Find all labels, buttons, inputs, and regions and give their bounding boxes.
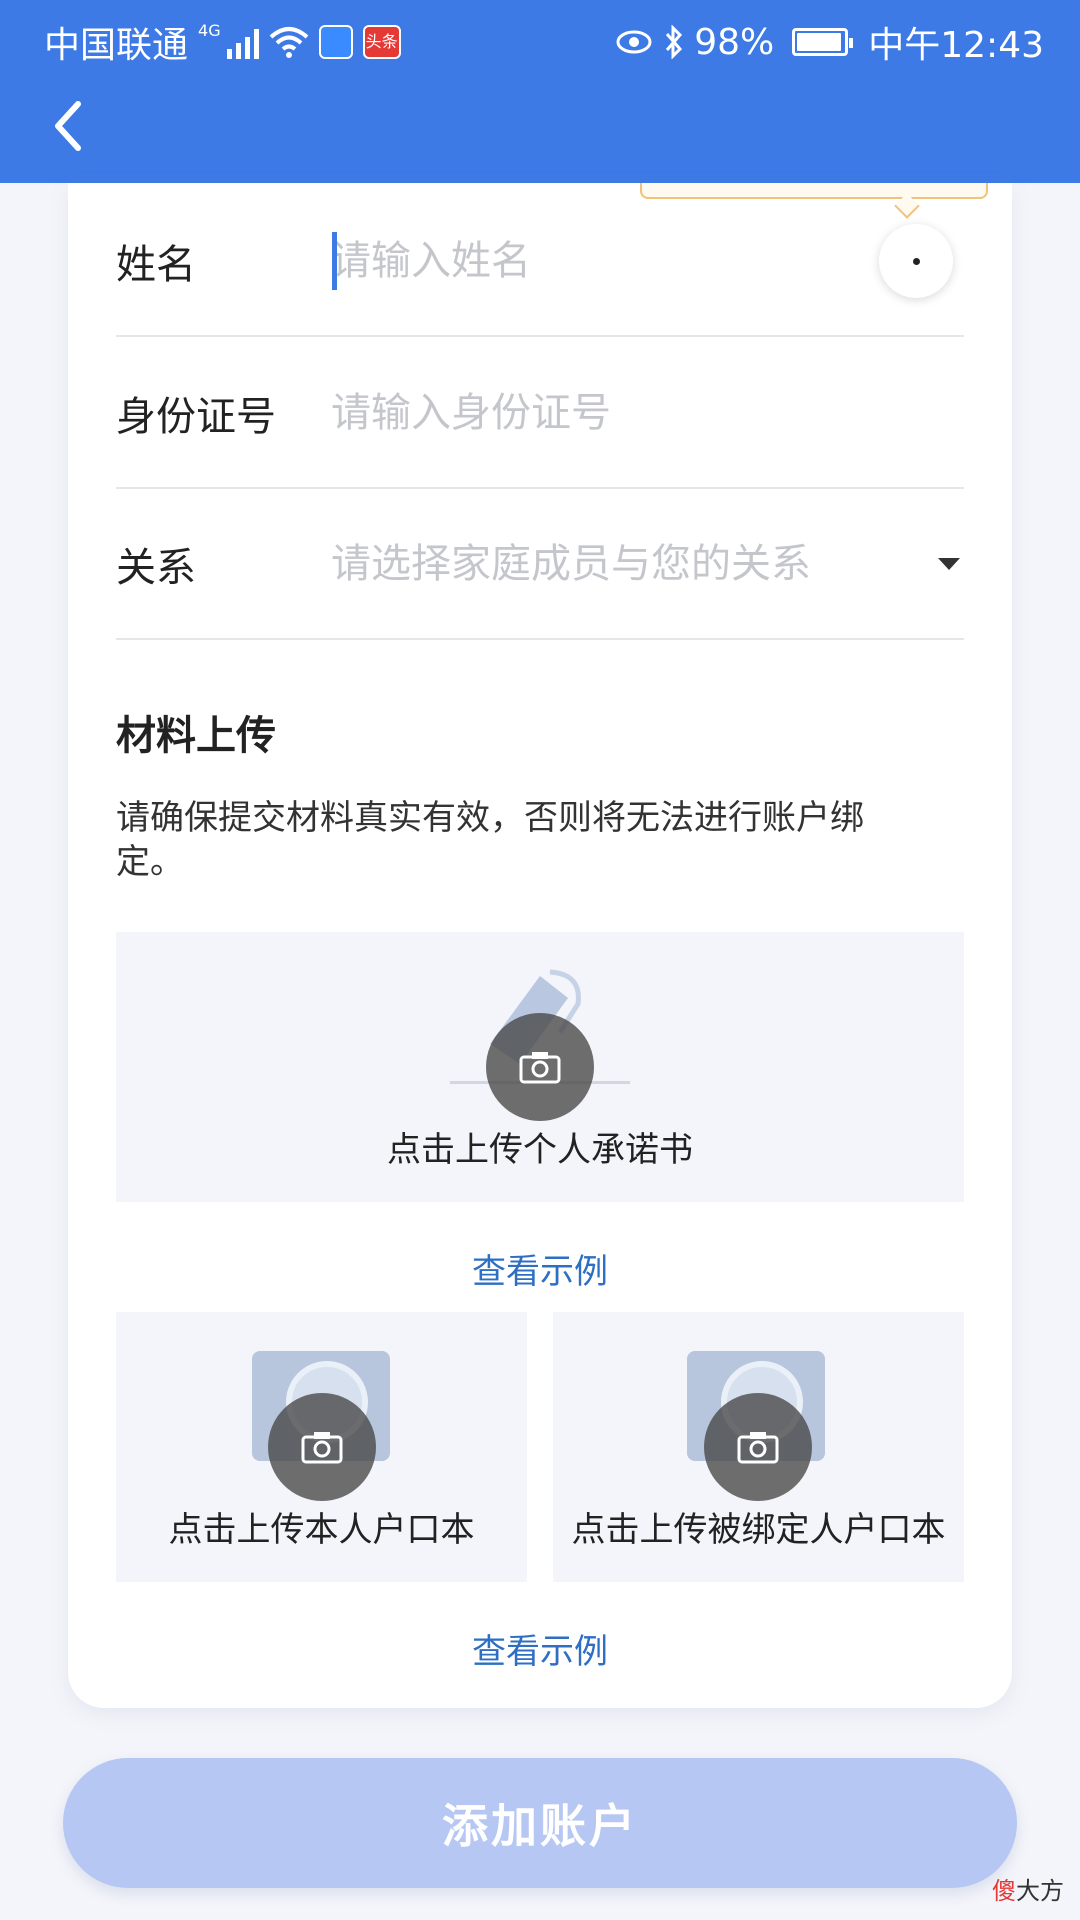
bluetooth-icon xyxy=(666,25,683,59)
status-bar: 中国联通 4G 头条 98% 中午12:43 xyxy=(0,0,1080,76)
status-left: 中国联通 4G 头条 xyxy=(44,16,401,68)
app-header: 中国联通 4G 头条 98% 中午12:43 xyxy=(0,0,1080,183)
relation-select[interactable]: 关系 xyxy=(116,489,964,640)
name-field-row: 姓名 xyxy=(116,186,964,337)
id-number-label: 身份证号 xyxy=(116,393,276,440)
camera-button xyxy=(704,1393,812,1501)
promise-upload-label: 点击上传个人承诺书 xyxy=(387,1130,693,1170)
caret-down-icon xyxy=(938,557,960,570)
carrier-name: 中国联通 xyxy=(44,25,189,66)
wifi-icon xyxy=(269,27,308,58)
text-caret xyxy=(332,231,337,290)
watermark: 傻大方 xyxy=(992,1871,1064,1906)
bound-hukou-upload-box[interactable]: 点击上传被绑定人户口本 xyxy=(553,1312,964,1582)
camera-button xyxy=(486,1013,594,1121)
signal-icon xyxy=(226,25,259,59)
watermark-rest: 大方 xyxy=(1016,1877,1064,1905)
relation-input[interactable] xyxy=(331,533,891,594)
network-type: 4G xyxy=(198,20,221,40)
battery-icon xyxy=(792,28,854,56)
dot-icon xyxy=(912,257,920,265)
add-account-button[interactable]: 添加账户 xyxy=(63,1758,1017,1888)
chevron-left-icon xyxy=(55,101,81,151)
bound-hukou-label: 点击上传被绑定人户口本 xyxy=(571,1510,946,1550)
back-button[interactable] xyxy=(46,96,96,156)
camera-icon xyxy=(737,1432,779,1464)
id-number-field-row: 身份证号 xyxy=(116,338,964,489)
floating-assist-button[interactable] xyxy=(879,224,953,298)
name-label: 姓名 xyxy=(116,241,196,288)
relation-label: 关系 xyxy=(116,544,196,591)
view-example-link-1[interactable]: 查看示例 xyxy=(0,1244,1080,1293)
self-hukou-label: 点击上传本人户口本 xyxy=(168,1510,475,1550)
view-example-link-2[interactable]: 查看示例 xyxy=(0,1624,1080,1673)
materials-title: 材料上传 xyxy=(116,713,276,759)
notification-app-icon xyxy=(318,25,353,59)
camera-icon xyxy=(301,1432,343,1464)
watermark-first-char: 傻 xyxy=(992,1877,1016,1905)
materials-description: 请确保提交材料真实有效，否则将无法进行账户绑定。 xyxy=(116,798,864,882)
clock: 中午12:43 xyxy=(868,25,1044,66)
name-input[interactable] xyxy=(331,230,891,291)
self-hukou-upload-box[interactable]: 点击上传本人户口本 xyxy=(116,1312,527,1582)
promise-upload-box[interactable]: 点击上传个人承诺书 xyxy=(116,932,964,1202)
id-number-input[interactable] xyxy=(331,382,891,443)
toutiao-app-icon: 头条 xyxy=(362,25,401,59)
camera-button xyxy=(268,1393,376,1501)
camera-icon xyxy=(519,1052,561,1084)
status-right: 98% 中午12:43 xyxy=(614,16,1044,68)
eye-comfort-icon xyxy=(616,30,652,54)
battery-percent: 98% xyxy=(694,21,775,63)
